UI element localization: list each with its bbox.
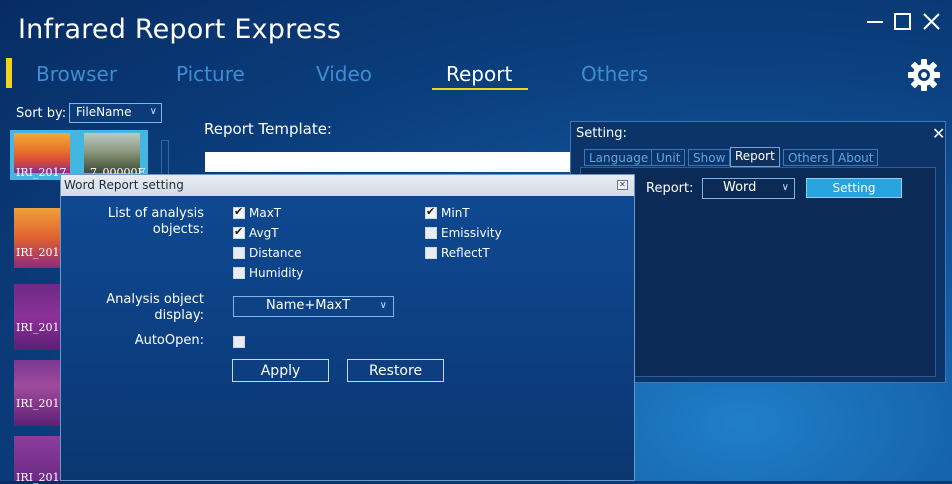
- nav-active-marker: [6, 58, 12, 88]
- restore-button[interactable]: Restore: [347, 359, 444, 382]
- setting-tab-others[interactable]: Others: [783, 149, 834, 166]
- checkbox-unchecked-icon[interactable]: [425, 247, 437, 259]
- tab-others[interactable]: Others: [581, 62, 648, 86]
- app-title: Infrared Report Express: [18, 14, 342, 45]
- checkbox-label: AvgT: [249, 226, 279, 240]
- setting-tab-unit[interactable]: Unit: [651, 149, 686, 166]
- report-type-select[interactable]: Word ∨: [702, 178, 795, 199]
- chevron-down-icon: ∨: [781, 182, 789, 193]
- chevron-down-icon: ∨: [149, 106, 157, 117]
- checkbox-label: Humidity: [249, 266, 304, 280]
- thumbnail-label: IRI_2017: [16, 166, 67, 179]
- checkbox-reflectt[interactable]: ReflectT: [425, 245, 490, 261]
- thermal-thumbnail[interactable]: [14, 208, 60, 268]
- close-icon: ✕: [932, 124, 946, 143]
- checkbox-label: MinT: [441, 206, 470, 220]
- report-type-label: Report:: [646, 181, 694, 196]
- apply-button[interactable]: Apply: [232, 359, 329, 382]
- sort-label: Sort by:: [16, 106, 67, 121]
- checkbox-humidity[interactable]: Humidity: [233, 265, 303, 281]
- thermal-thumbnail[interactable]: [14, 360, 60, 426]
- checkbox-distance[interactable]: Distance: [233, 245, 301, 261]
- chevron-down-icon: ∨: [379, 300, 387, 311]
- close-button[interactable]: [918, 8, 944, 34]
- thumbnail-label: IRI_2017: [16, 321, 67, 334]
- checkbox-emissivity[interactable]: Emissivity: [425, 225, 502, 241]
- tab-report[interactable]: Report: [446, 62, 512, 86]
- thermal-thumbnail[interactable]: [14, 284, 60, 350]
- setting-tab-about[interactable]: About: [833, 149, 879, 166]
- report-template-field[interactable]: [205, 152, 573, 172]
- checkbox-maxt[interactable]: MaxT: [233, 205, 281, 221]
- display-label-line2: display:: [154, 308, 204, 323]
- gear-icon: [908, 59, 940, 91]
- checkbox-checked-icon[interactable]: [233, 225, 245, 239]
- minimize-icon: [867, 21, 883, 23]
- checkbox-unchecked-icon[interactable]: [233, 267, 245, 279]
- dialog-close-button[interactable]: ✕: [617, 180, 628, 190]
- report-setting-button[interactable]: Setting: [806, 178, 902, 198]
- checkbox-unchecked-icon[interactable]: [233, 336, 245, 348]
- checkbox-label: ReflectT: [441, 246, 490, 260]
- setting-tab-report[interactable]: Report: [730, 147, 780, 167]
- setting-tab-show[interactable]: Show: [688, 149, 731, 166]
- checkbox-unchecked-icon[interactable]: [425, 227, 437, 239]
- checkbox-avgt[interactable]: AvgT: [233, 225, 279, 241]
- setting-title: Setting:: [576, 126, 627, 141]
- close-icon: ✕: [619, 180, 626, 189]
- tab-underline: [432, 88, 528, 90]
- tab-browser[interactable]: Browser: [36, 62, 117, 86]
- thumbnail-label: IRI_2017: [16, 397, 67, 410]
- checkbox-unchecked-icon[interactable]: [233, 247, 245, 259]
- checkbox-autoopen[interactable]: [233, 334, 249, 350]
- setting-tab-language[interactable]: Language: [584, 149, 654, 166]
- tab-picture[interactable]: Picture: [176, 62, 245, 86]
- analysis-objects-label-line2: objects:: [152, 222, 204, 237]
- checkbox-checked-icon[interactable]: [425, 205, 437, 219]
- report-template-label: Report Template:: [204, 120, 332, 138]
- setting-close-button[interactable]: ✕: [932, 124, 945, 143]
- tab-video[interactable]: Video: [316, 62, 372, 86]
- display-value: Name+MaxT: [266, 298, 351, 313]
- checkbox-label: Distance: [249, 246, 302, 260]
- thumbnail-label: IRI_201: [16, 246, 60, 259]
- checkbox-mint[interactable]: MinT: [425, 205, 470, 221]
- close-icon: [923, 13, 940, 30]
- settings-button[interactable]: [905, 56, 943, 94]
- thumbnail-label: IRI_201: [16, 471, 60, 484]
- report-type-value: Word: [723, 180, 757, 195]
- dialog-title: Word Report setting: [64, 178, 184, 192]
- checkbox-checked-icon[interactable]: [233, 205, 245, 219]
- maximize-button[interactable]: [890, 8, 916, 34]
- checkbox-label: Emissivity: [441, 226, 502, 240]
- autoopen-label: AutoOpen:: [134, 333, 204, 348]
- checkbox-label: MaxT: [249, 206, 282, 220]
- minimize-button[interactable]: [862, 8, 888, 34]
- display-select[interactable]: Name+MaxT ∨: [233, 296, 394, 317]
- maximize-icon: [894, 13, 911, 30]
- analysis-objects-label: List of analysis objects:: [98, 206, 204, 238]
- display-label: Analysis object display:: [98, 292, 204, 324]
- analysis-objects-label-line1: List of analysis: [107, 206, 204, 221]
- sort-select[interactable]: FileName ∨: [69, 103, 162, 123]
- display-label-line1: Analysis object: [106, 292, 204, 307]
- sort-value: FileName: [76, 105, 132, 119]
